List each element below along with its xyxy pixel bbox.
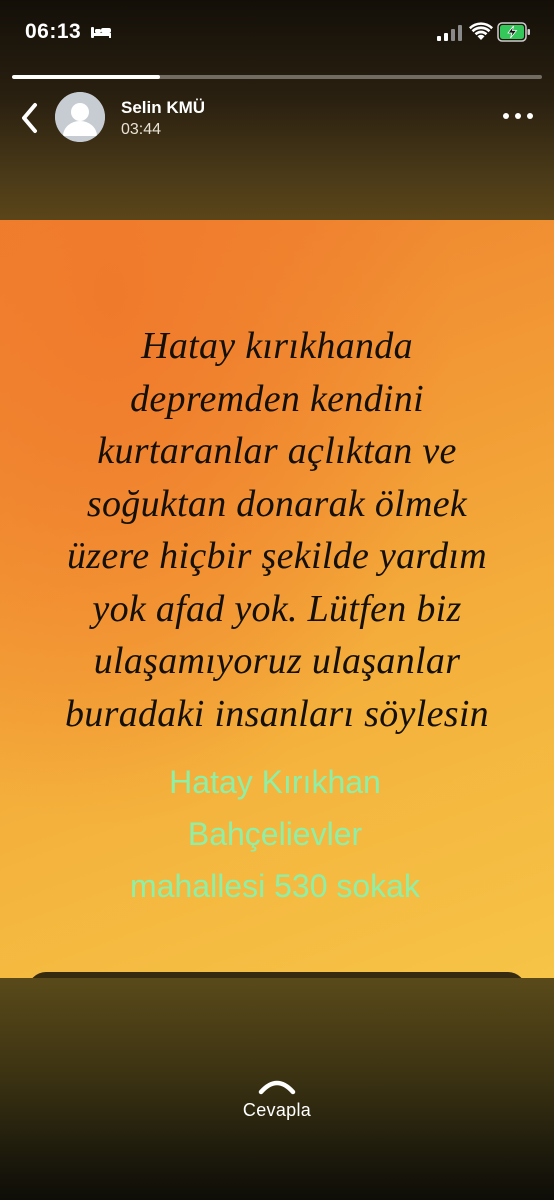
text-line: kurtaranlar açlıktan ve [97, 430, 457, 472]
bed-icon [91, 27, 111, 38]
address-line: mahallesi 530 sokak [130, 868, 420, 904]
text-line: ulaşamıyoruz ulaşanlar [93, 640, 461, 682]
status-time: 06:13 [25, 20, 82, 43]
story-image-text: Hatay kırıkhanda depremden kendini kurta… [20, 320, 534, 740]
address-line: Hatay Kırıkhan [169, 764, 381, 800]
image-bottom-edge [28, 972, 526, 978]
avatar[interactable] [55, 92, 105, 142]
text-line: yok afad yok. Lütfen biz [92, 587, 462, 630]
reply-label: Cevapla [242, 1100, 312, 1120]
text-line: Hatay kırıkhanda [141, 325, 413, 367]
text-line: depremden kendini [130, 377, 424, 420]
story-time: 03:44 [121, 121, 162, 138]
story-user-name[interactable]: Selin KMÜ [121, 98, 205, 118]
story-progress-fill [12, 75, 161, 79]
more-options-icon[interactable] [500, 106, 536, 126]
address-line: Bahçelievler [187, 816, 363, 852]
text-line: üzere hiçbir şekilde yardım [66, 535, 487, 577]
story-progress-bar [12, 75, 542, 79]
text-line: soğuktan donarak ölmek [86, 482, 468, 525]
chevron-up-icon [258, 1080, 296, 1095]
battery-charging-icon [497, 22, 530, 42]
wifi-icon [469, 22, 493, 40]
status-bar: 06:13 [0, 0, 554, 68]
text-line: buradaki insanları söylesin [65, 692, 489, 735]
address-text: Hatay Kırıkhan Bahçelievler mahallesi 53… [40, 756, 510, 912]
cellular-signal-icon [437, 25, 462, 41]
back-button[interactable] [16, 101, 44, 135]
reply-button[interactable]: Cevapla [217, 1076, 337, 1136]
default-avatar-icon [55, 92, 105, 142]
